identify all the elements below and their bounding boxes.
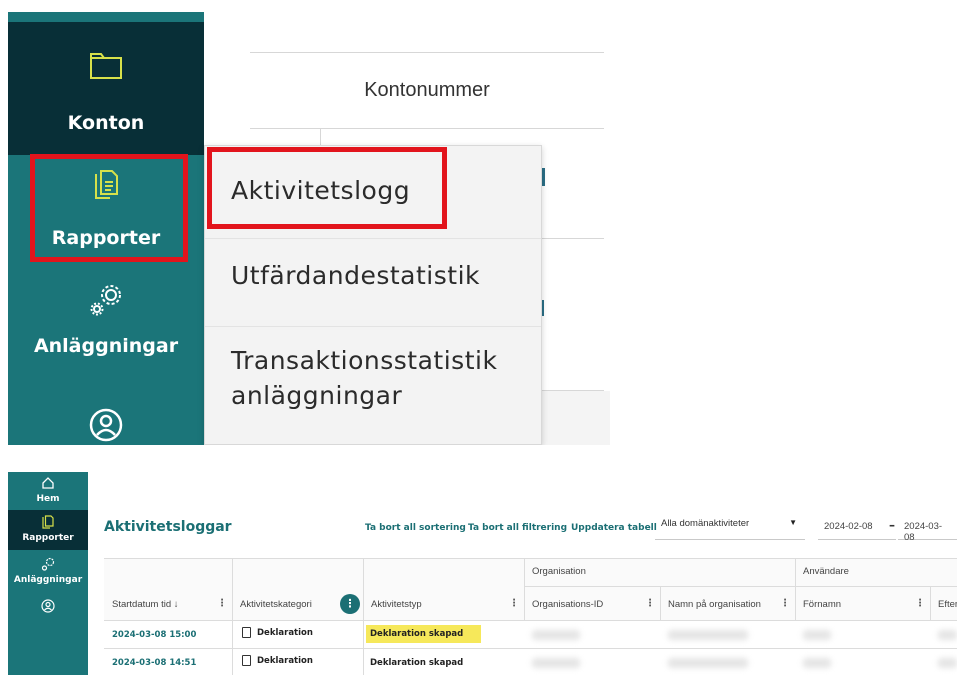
home-icon (8, 476, 88, 494)
sidebar-item-anlaggningar[interactable]: Anläggningar (8, 552, 88, 592)
document-icon (242, 655, 251, 666)
redacted-org-name (668, 630, 748, 640)
refresh-table-link[interactable]: Uppdatera tabell (571, 523, 657, 533)
sidebar-item-anlaggningar[interactable]: Anläggningar (8, 277, 204, 377)
date-from-field[interactable]: 2024-02-08 (818, 512, 896, 540)
grid-line (524, 558, 525, 620)
date-range-separator: – (889, 518, 895, 532)
sidebar-item-label: Rapporter (22, 533, 74, 543)
column-header-org-name[interactable]: Namn på organisation (668, 599, 761, 610)
sidebar-item-rapporter[interactable]: Rapporter (8, 510, 88, 550)
cell-start: 2024-03-08 15:00 (112, 630, 197, 640)
redacted-first-name (803, 630, 831, 640)
domain-activity-select[interactable]: Alla domänaktiviteter ▼ (655, 512, 805, 540)
sidebar-top-strip (8, 12, 204, 22)
column-header-org-id[interactable]: Organisations-ID (532, 599, 603, 610)
cell-category: Deklaration (242, 627, 313, 638)
menu-item-transaktionsstatistik[interactable]: Transaktionsstatistik (231, 346, 497, 375)
column-menu-icon[interactable]: ⋮ (509, 598, 519, 609)
cell-category-text: Deklaration (257, 656, 313, 666)
sidebar-item-label: Anläggningar (33, 335, 179, 357)
activity-log-page: Hem Rapporter Anläggningar Aktivitetslog… (0, 472, 957, 675)
table-vertical-divider (320, 128, 321, 146)
chevron-down-icon: ▼ (789, 518, 797, 527)
cell-type: Deklaration skapad (366, 625, 481, 643)
sidebar-item-user[interactable] (8, 594, 88, 634)
redacted-last-name (938, 630, 957, 640)
rapporter-highlight-box (30, 154, 188, 262)
table-row[interactable]: 2024-03-08 15:00 Deklaration Deklaration… (104, 621, 957, 648)
page-title: Aktivitetsloggar (104, 519, 232, 535)
table-divider (250, 128, 604, 129)
zoomed-menu-view: Konton Rapporter Anläggningar Kontonumme… (0, 0, 620, 445)
column-header-kontonummer[interactable]: Kontonummer (250, 52, 604, 128)
redacted-org-id (532, 658, 580, 668)
menu-divider (205, 326, 541, 327)
remove-sorting-link[interactable]: Ta bort all sortering (365, 523, 466, 533)
column-header-last-name[interactable]: Efter (938, 599, 957, 610)
user-icon (8, 407, 204, 445)
sidebar-item-label: Anläggningar (13, 575, 83, 585)
redacted-first-name (803, 658, 831, 668)
column-menu-icon[interactable]: ⋮ (217, 598, 227, 609)
cell-category-text: Deklaration (257, 628, 313, 638)
redacted-org-id (532, 630, 580, 640)
redacted-last-name (938, 658, 957, 668)
aktivitetslogg-highlight-box (207, 147, 447, 229)
table-row-fragment (540, 391, 610, 445)
column-menu-icon[interactable]: ⋮ (915, 598, 925, 609)
remove-filter-link[interactable]: Ta bort all filtrering (468, 523, 567, 533)
gears-icon (8, 283, 204, 321)
select-value: Alla domänaktiviteter (661, 518, 750, 529)
sidebar-item-hem[interactable]: Hem (8, 474, 88, 510)
grid-line (660, 586, 661, 620)
column-menu-icon[interactable]: ⋮ (645, 598, 655, 609)
grid-line (795, 558, 796, 620)
date-to-field[interactable]: 2024-03-08 (898, 512, 957, 543)
document-icon (242, 627, 251, 638)
table-divider (540, 238, 604, 239)
menu-divider (205, 238, 541, 239)
cell-type: Deklaration skapad (370, 658, 464, 668)
sidebar-item-user[interactable] (8, 407, 204, 445)
menu-item-transaktionsstatistik-line2[interactable]: anläggningar (231, 381, 402, 410)
cell-start: 2024-03-08 14:51 (112, 658, 197, 668)
user-icon (8, 599, 88, 617)
column-header-first-name[interactable]: Förnamn (803, 599, 841, 610)
grid-line (930, 586, 931, 620)
group-header-users: Användare (803, 566, 849, 577)
table-row[interactable]: 2024-03-08 14:51 Deklaration Deklaration… (104, 649, 957, 675)
activity-log-table: Organisation Användare Startdatum tid ↓ … (104, 558, 957, 675)
cell-type-text-highlighted: Deklaration skapad (366, 625, 481, 643)
column-header-type[interactable]: Aktivitetstyp (371, 599, 422, 610)
cell-category: Deklaration (242, 655, 313, 666)
report-icon (8, 515, 88, 533)
menu-item-utfardandestatistik[interactable]: Utfärdandestatistik (231, 261, 480, 290)
gears-icon (8, 557, 88, 575)
folder-icon (8, 50, 204, 84)
column-header-category[interactable]: Aktivitetskategori (240, 599, 312, 610)
sidebar-item-label: Konton (67, 112, 145, 134)
grid-line (524, 586, 957, 587)
sidebar-item-konton[interactable]: Konton (8, 22, 204, 155)
group-header-organisation: Organisation (532, 566, 586, 577)
screenshot: Konton Rapporter Anläggningar Kontonumme… (0, 0, 957, 675)
sidebar-item-label: Hem (36, 494, 60, 504)
column-menu-icon-active[interactable]: ⋮ (340, 594, 360, 614)
redacted-org-name (668, 658, 748, 668)
app-sidebar: Hem Rapporter Anläggningar (8, 472, 88, 675)
column-header-start[interactable]: Startdatum tid ↓ (112, 599, 179, 610)
column-menu-icon[interactable]: ⋮ (780, 598, 790, 609)
